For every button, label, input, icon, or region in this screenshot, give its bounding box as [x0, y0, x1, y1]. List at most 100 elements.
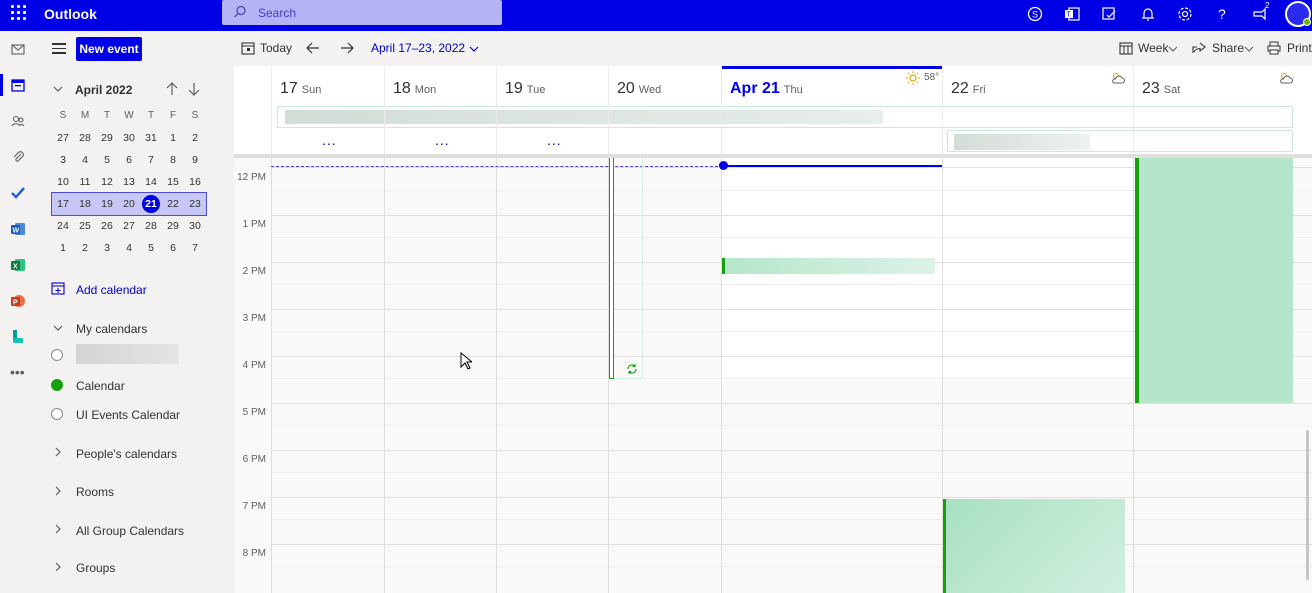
day-cell[interactable]: 6: [162, 237, 184, 259]
day-cell[interactable]: 8: [162, 149, 184, 171]
more-events-indicator[interactable]: ...: [435, 132, 450, 148]
day-cell[interactable]: 28: [74, 127, 96, 149]
next-month-arrow-icon[interactable]: [188, 82, 200, 99]
day-cell[interactable]: 7: [184, 237, 206, 259]
day-cell[interactable]: 3: [52, 149, 74, 171]
powerpoint-icon[interactable]: P: [10, 293, 28, 311]
day-header-sun[interactable]: 17 Sun ...: [271, 66, 384, 154]
day-cell[interactable]: 17: [52, 193, 74, 215]
day-cell-today[interactable]: 21: [140, 193, 162, 215]
calendar-event-recurring[interactable]: [614, 158, 643, 379]
day-cell[interactable]: 1: [52, 237, 74, 259]
day-cell[interactable]: 22: [162, 193, 184, 215]
help-icon[interactable]: ?: [1214, 6, 1230, 22]
expand-chevron-icon[interactable]: [52, 485, 64, 500]
more-apps-icon[interactable]: •••: [10, 365, 28, 383]
day-cell[interactable]: 29: [96, 127, 118, 149]
day-header-tue[interactable]: 19 Tue ...: [496, 66, 608, 154]
day-cell[interactable]: 10: [52, 171, 74, 193]
calendar-checkbox-2[interactable]: [51, 408, 63, 420]
day-header-thu-today[interactable]: Apr 21 Thu 58°: [721, 66, 942, 154]
print-icon[interactable]: [1267, 41, 1281, 58]
time-grid[interactable]: 12 PM 1 PM 2 PM 3 PM 4 PM 5 PM 6 PM 7 PM…: [234, 158, 1312, 593]
todo-icon[interactable]: [10, 185, 28, 203]
group-rooms[interactable]: Rooms: [76, 485, 114, 499]
day-header-sat[interactable]: 23 Sat: [1133, 66, 1312, 154]
print-button[interactable]: Print: [1287, 41, 1312, 55]
day-cell[interactable]: 2: [184, 127, 206, 149]
prev-week-arrow-icon[interactable]: [306, 41, 320, 58]
day-cell[interactable]: 3: [96, 237, 118, 259]
day-cell[interactable]: 4: [118, 237, 140, 259]
expand-chevron-icon[interactable]: [52, 523, 64, 538]
app-launcher-icon[interactable]: [11, 5, 27, 21]
calendar-label[interactable]: Calendar: [76, 379, 125, 393]
hamburger-icon[interactable]: [52, 43, 66, 57]
calendar-icon[interactable]: [10, 77, 28, 95]
group-all-group-calendars[interactable]: All Group Calendars: [76, 524, 184, 538]
day-cell[interactable]: 15: [162, 171, 184, 193]
calendar-event[interactable]: [943, 499, 1125, 593]
day-cell[interactable]: 1: [162, 127, 184, 149]
share-icon[interactable]: [1192, 41, 1206, 58]
skype-icon[interactable]: S: [1027, 6, 1043, 22]
day-header-wed[interactable]: 20 Wed: [608, 66, 721, 154]
view-selector[interactable]: Week: [1138, 41, 1168, 55]
add-calendar-icon[interactable]: [51, 281, 65, 298]
day-cell[interactable]: 29: [162, 215, 184, 237]
mail-icon[interactable]: [10, 41, 28, 59]
share-button[interactable]: Share: [1212, 41, 1244, 55]
more-events-indicator[interactable]: ...: [322, 132, 337, 148]
my-day-icon[interactable]: [1101, 6, 1117, 22]
today-button[interactable]: Today: [260, 41, 292, 55]
search-box[interactable]: Search: [222, 0, 502, 25]
calendar-event[interactable]: [722, 258, 935, 274]
day-cell[interactable]: 18: [74, 193, 96, 215]
expand-chevron-icon[interactable]: [52, 561, 64, 576]
chevron-down-icon[interactable]: [468, 43, 480, 58]
day-cell[interactable]: 6: [118, 149, 140, 171]
group-peoples-calendars[interactable]: People's calendars: [76, 447, 177, 461]
group-groups[interactable]: Groups: [76, 561, 115, 575]
excel-icon[interactable]: X: [10, 257, 28, 275]
day-cell[interactable]: 25: [74, 215, 96, 237]
day-cell[interactable]: 2: [74, 237, 96, 259]
day-cell[interactable]: 16: [184, 171, 206, 193]
my-calendars-chevron-icon[interactable]: [52, 322, 64, 337]
day-cell[interactable]: 4: [74, 149, 96, 171]
scrollbar[interactable]: [1306, 430, 1309, 580]
avatar[interactable]: [1285, 1, 1311, 27]
calendar-label[interactable]: UI Events Calendar: [76, 408, 180, 422]
date-range-picker[interactable]: April 17–23, 2022: [371, 41, 465, 55]
day-header-mon[interactable]: 18 Mon ...: [384, 66, 496, 154]
calendar-event[interactable]: [1135, 158, 1293, 403]
teams-icon[interactable]: T: [1064, 6, 1080, 22]
prev-month-arrow-icon[interactable]: [166, 82, 178, 99]
calendar-checkbox-1[interactable]: [51, 379, 63, 391]
calendar-checkbox-0[interactable]: [51, 349, 63, 361]
app-name[interactable]: Outlook: [44, 6, 97, 22]
month-collapse-chevron-icon[interactable]: [52, 83, 64, 98]
gear-icon[interactable]: [1177, 6, 1193, 22]
day-cell[interactable]: 27: [118, 215, 140, 237]
day-cell[interactable]: 12: [96, 171, 118, 193]
day-cell[interactable]: 27: [52, 127, 74, 149]
my-calendars-header[interactable]: My calendars: [76, 322, 147, 336]
people-icon[interactable]: [10, 113, 28, 131]
mini-calendar-month[interactable]: April 2022: [75, 83, 132, 97]
day-cell[interactable]: 30: [118, 127, 140, 149]
week-view-icon[interactable]: [1119, 41, 1133, 58]
day-cell[interactable]: 26: [96, 215, 118, 237]
day-header-fri[interactable]: 22 Fri: [942, 66, 1133, 154]
day-cell[interactable]: 31: [140, 127, 162, 149]
day-cell[interactable]: 7: [140, 149, 162, 171]
bell-icon[interactable]: [1140, 6, 1156, 22]
day-cell[interactable]: 13: [118, 171, 140, 193]
add-calendar-link[interactable]: Add calendar: [76, 283, 147, 297]
next-week-arrow-icon[interactable]: [340, 41, 354, 58]
today-icon[interactable]: [241, 41, 255, 58]
chevron-down-icon[interactable]: [1168, 43, 1178, 57]
expand-chevron-icon[interactable]: [52, 446, 64, 461]
bookings-icon[interactable]: [10, 329, 28, 347]
day-cell[interactable]: 20: [118, 193, 140, 215]
